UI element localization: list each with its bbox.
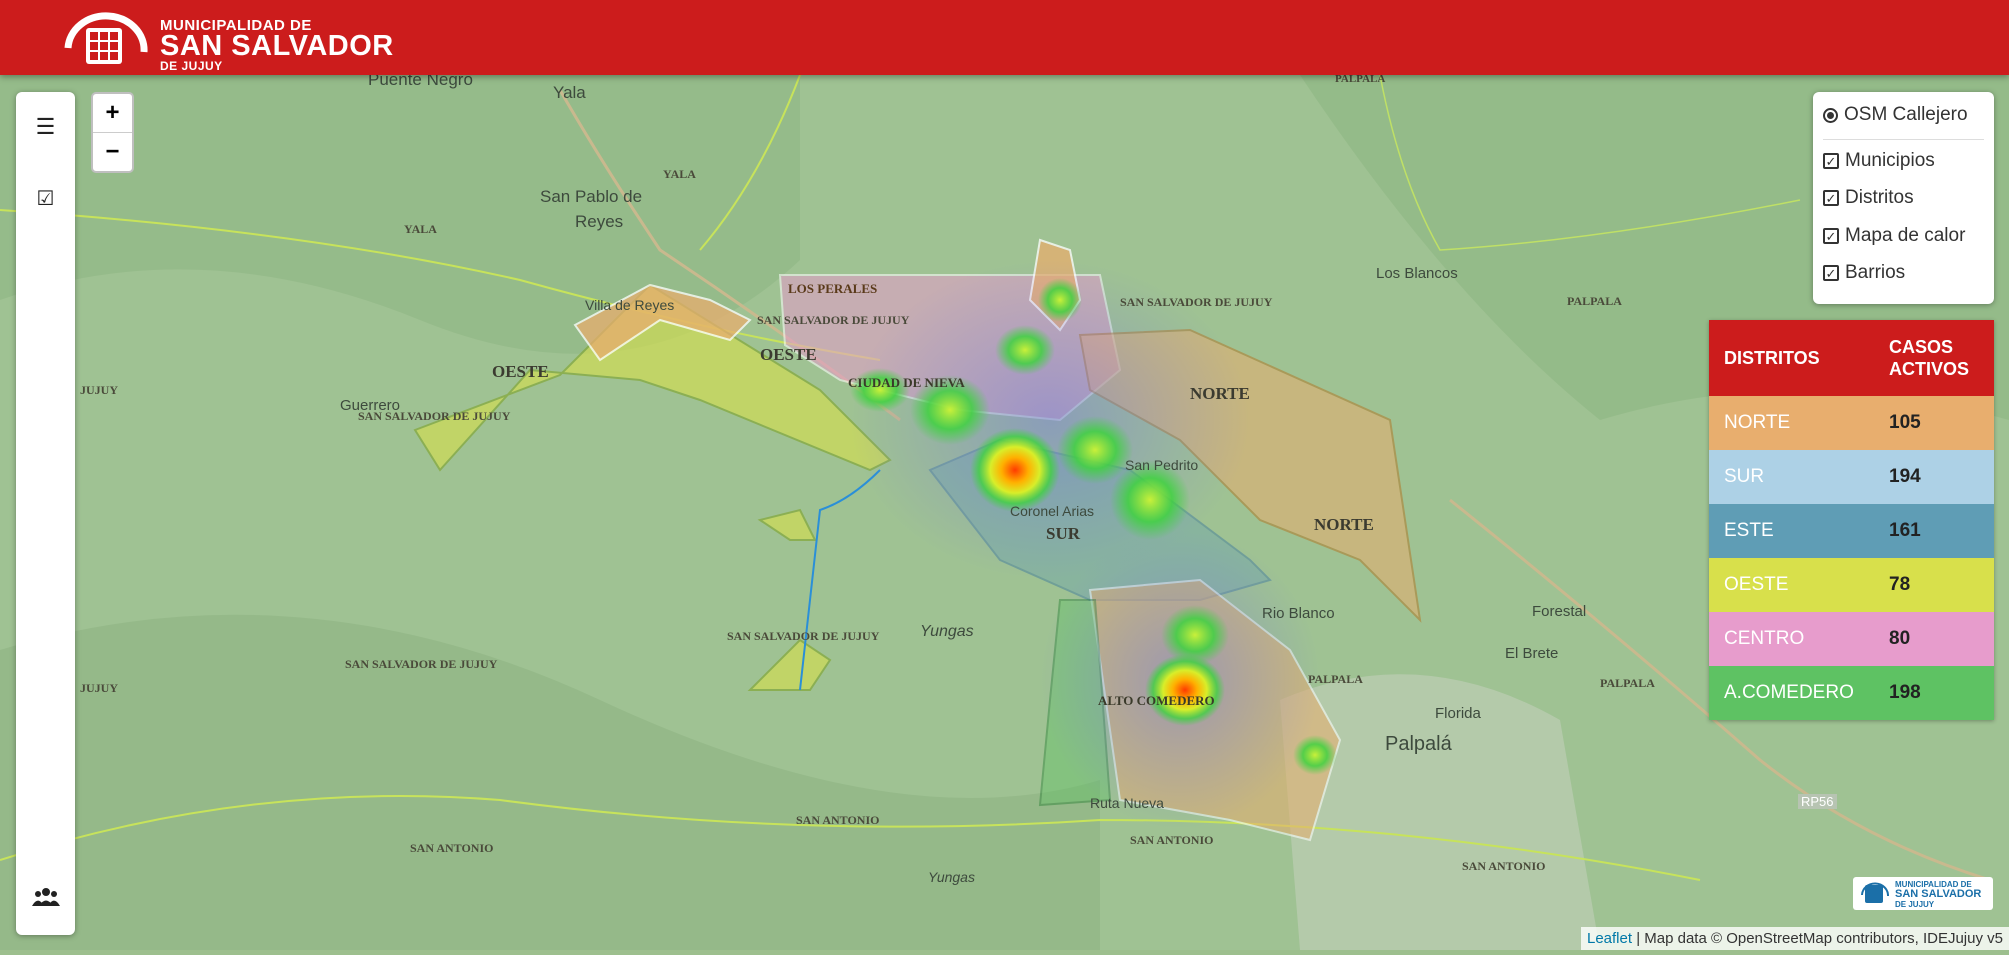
radio-icon[interactable]	[1823, 107, 1838, 123]
watermark-line2: SAN SALVADOR	[1895, 888, 1982, 900]
legend-district: NORTE	[1724, 412, 1791, 433]
place-label: Rio Blanco	[1262, 605, 1335, 622]
map-canvas[interactable]: Puente Negro Yala San Pablo de Reyes Los…	[0, 70, 2009, 950]
admin-label: YALA	[404, 222, 437, 236]
municipality-logo	[64, 12, 148, 64]
checkbox-icon[interactable]: ✓	[1823, 228, 1839, 244]
users-icon[interactable]	[16, 877, 75, 917]
legend-district: CENTRO	[1724, 628, 1805, 649]
legend-cases: 80	[1889, 628, 1911, 649]
overlay-barrios[interactable]: ✓ Barrios	[1823, 262, 1905, 284]
admin-label: SAN SALVADOR DE JUJUY	[345, 657, 498, 671]
place-label: San Pedrito	[1125, 457, 1199, 473]
legend-district: SUR	[1724, 466, 1765, 487]
legend-district: ESTE	[1724, 520, 1774, 541]
legend-district: OESTE	[1724, 574, 1789, 595]
place-label: Yala	[553, 83, 586, 102]
district-label-sur: SUR	[1046, 524, 1081, 543]
overlay-label: Mapa de calor	[1845, 225, 1966, 246]
admin-label: SAN ANTONIO	[410, 841, 494, 855]
barrio-label: CIUDAD DE NIEVA	[848, 375, 965, 390]
place-label: Yungas	[920, 623, 974, 640]
admin-label: SAN ANTONIO	[1130, 833, 1214, 847]
admin-label: JUJUY	[80, 681, 118, 695]
barrio-label: LOS PERALES	[788, 281, 878, 296]
checkbox-icon[interactable]: ✓	[1823, 265, 1839, 281]
district-label-norte: NORTE	[1190, 384, 1250, 403]
place-label: Palpalá	[1385, 733, 1452, 755]
leaflet-link[interactable]: Leaflet	[1587, 930, 1632, 947]
sidebar: ☰ ☑	[16, 92, 75, 935]
district-label-norte: NORTE	[1314, 515, 1374, 534]
barrio-label: ALTO COMEDERO	[1098, 693, 1215, 708]
attribution-text: | Map data © OpenStreetMap contributors,…	[1632, 930, 2003, 947]
place-label: Forestal	[1532, 603, 1587, 620]
place-label: Villa de Reyes	[585, 297, 675, 313]
district-label-oeste: OESTE	[760, 345, 817, 364]
legend-header-distritos: DISTRITOS	[1709, 320, 1874, 396]
map-attribution: Leaflet | Map data © OpenStreetMap contr…	[1580, 927, 2009, 950]
legend-district: A.COMEDERO	[1724, 682, 1854, 703]
layer-control: OSM Callejero ✓ Municipios ✓ Distritos ✓…	[1813, 92, 1994, 304]
admin-label: SAN ANTONIO	[1462, 859, 1546, 873]
legend-cases: 194	[1889, 466, 1921, 487]
legend-header-casos: CASOS ACTIVOS	[1874, 320, 1994, 396]
overlay-distritos[interactable]: ✓ Distritos	[1823, 187, 1914, 209]
divider	[1823, 139, 1984, 140]
place-label: El Brete	[1505, 645, 1559, 662]
admin-label: PALPALA	[1308, 672, 1363, 686]
legend-cases: 105	[1889, 412, 1921, 433]
legend-row: NORTE 105	[1709, 396, 1994, 450]
menu-icon[interactable]: ☰	[16, 107, 75, 147]
place-label: Los Blancos	[1376, 265, 1458, 282]
district-label-oeste: OESTE	[492, 362, 549, 381]
route-label: RP56	[1798, 794, 1837, 809]
legend-cases: 198	[1889, 682, 1921, 703]
admin-label: YALA	[663, 167, 696, 181]
overlay-label: Barrios	[1845, 262, 1906, 283]
watermark-text: MUNICIPALIDAD DE SAN SALVADOR DE JUJUY	[1895, 880, 1981, 909]
legend-row: A.COMEDERO 198	[1709, 666, 1994, 720]
place-label: San Pablo de	[540, 187, 643, 206]
watermark-line3: DE JUJUY	[1895, 900, 1935, 909]
place-label: Reyes	[575, 212, 624, 231]
admin-label: PALPALA	[1567, 294, 1622, 308]
admin-label: SAN ANTONIO	[796, 813, 880, 827]
place-label: Coronel Arias	[1010, 503, 1095, 519]
legend-cases: 161	[1889, 520, 1921, 541]
overlay-municipios[interactable]: ✓ Municipios	[1823, 150, 1935, 172]
legend-row: SUR 194	[1709, 450, 1994, 504]
legend-header: DISTRITOS CASOS ACTIVOS	[1709, 320, 1994, 396]
place-label: Yungas	[928, 869, 975, 885]
checkbox-icon[interactable]: ✓	[1823, 153, 1839, 169]
place-label: Florida	[1435, 705, 1481, 722]
district-cases-legend: DISTRITOS CASOS ACTIVOS NORTE 105 SUR 19…	[1709, 320, 1994, 720]
legend-row: CENTRO 80	[1709, 612, 1994, 666]
overlay-label: Distritos	[1845, 187, 1914, 208]
checklist-icon[interactable]: ☑	[16, 178, 75, 218]
admin-label: PALPALA	[1600, 676, 1655, 690]
base-layer-label: OSM Callejero	[1844, 104, 1968, 125]
legend-row: OESTE 78	[1709, 558, 1994, 612]
overlay-mapa-de-calor[interactable]: ✓ Mapa de calor	[1823, 225, 1965, 247]
admin-label: JUJUY	[80, 383, 118, 397]
zoom-out-button[interactable]: −	[93, 133, 132, 171]
zoom-control: + −	[91, 92, 134, 173]
place-label: Ruta Nueva	[1090, 795, 1164, 811]
admin-label: SAN SALVADOR DE JUJUY	[757, 313, 910, 327]
admin-label: SAN SALVADOR DE JUJUY	[727, 629, 880, 643]
map-layer	[0, 74, 2009, 950]
legend-row: ESTE 161	[1709, 504, 1994, 558]
checkbox-icon[interactable]: ✓	[1823, 190, 1839, 206]
legend-cases: 78	[1889, 574, 1911, 595]
admin-label: SAN SALVADOR DE JUJUY	[1120, 295, 1273, 309]
zoom-in-button[interactable]: +	[93, 94, 132, 133]
admin-label: SAN SALVADOR DE JUJUY	[358, 409, 511, 423]
app-header: MUNICIPALIDAD DE SAN SALVADOR DE JUJUY	[0, 0, 2009, 75]
brand-line3: DE JUJUY	[160, 59, 223, 73]
overlay-label: Municipios	[1845, 150, 1935, 171]
watermark-logo-icon	[1861, 882, 1889, 903]
base-layer-osm-callejero[interactable]: OSM Callejero	[1823, 104, 1968, 126]
municipality-watermark: MUNICIPALIDAD DE SAN SALVADOR DE JUJUY	[1853, 877, 1993, 910]
